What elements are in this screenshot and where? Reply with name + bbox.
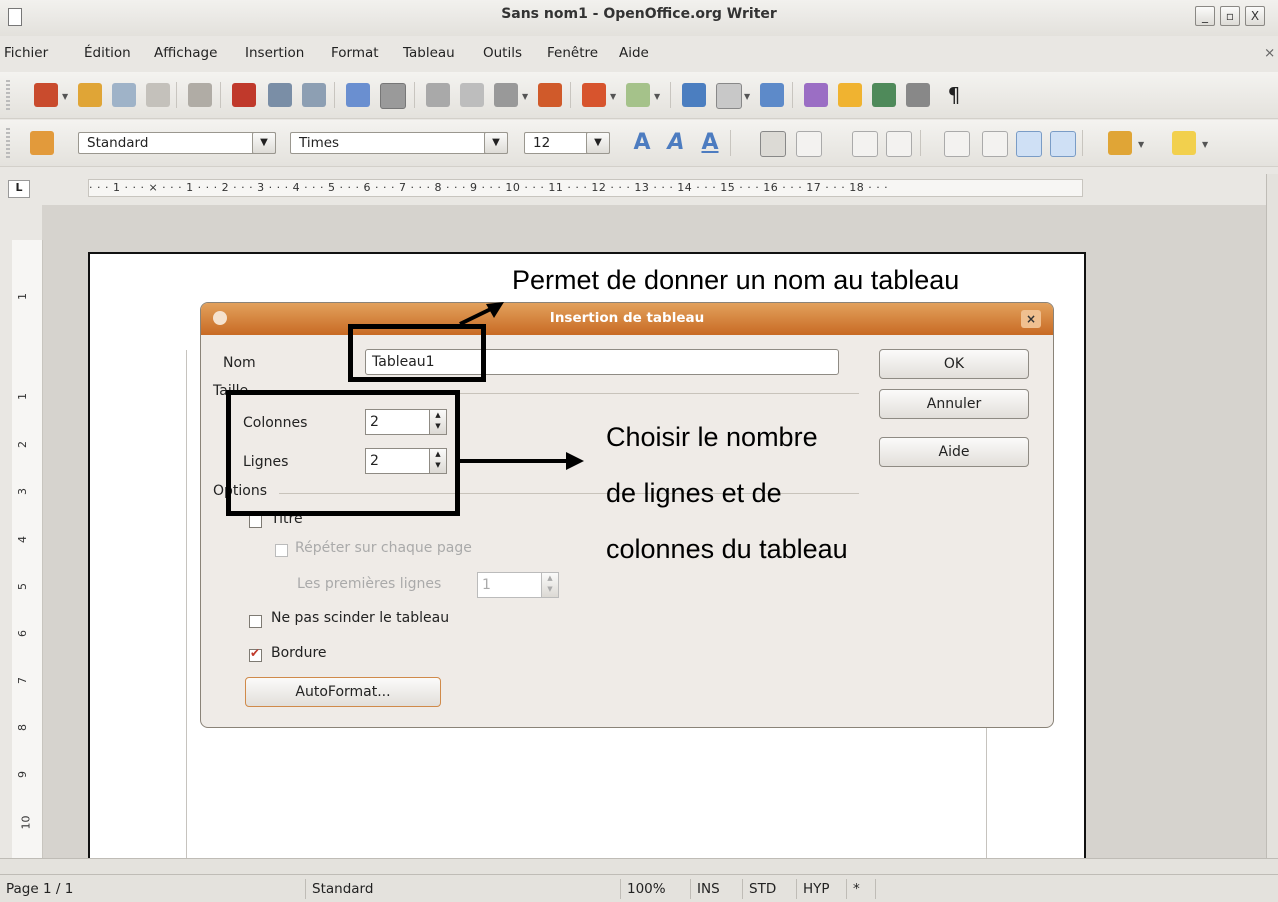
page-count[interactable]: Page 1 / 1 — [0, 879, 300, 899]
hyperlink-mode[interactable]: HYP — [796, 879, 842, 899]
signature-indicator — [875, 879, 909, 899]
choose-annotation-line2: de lignes et de — [606, 478, 782, 508]
choose-annotation-line3: colonnes du tableau — [606, 534, 848, 564]
zoom-level[interactable]: 100% — [620, 879, 684, 899]
size-arrow-head-icon — [566, 452, 584, 470]
insert-mode[interactable]: INS — [690, 879, 736, 899]
status-bar: Page 1 / 1 Standard 100% INS STD HYP * — [0, 874, 1278, 902]
modified-indicator: * — [846, 879, 870, 899]
name-annotation: Permet de donner un nom au tableau — [512, 265, 960, 295]
selection-mode[interactable]: STD — [742, 879, 790, 899]
page-style[interactable]: Standard — [305, 879, 615, 899]
choose-annotation-line1: Choisir le nombre — [606, 422, 818, 452]
